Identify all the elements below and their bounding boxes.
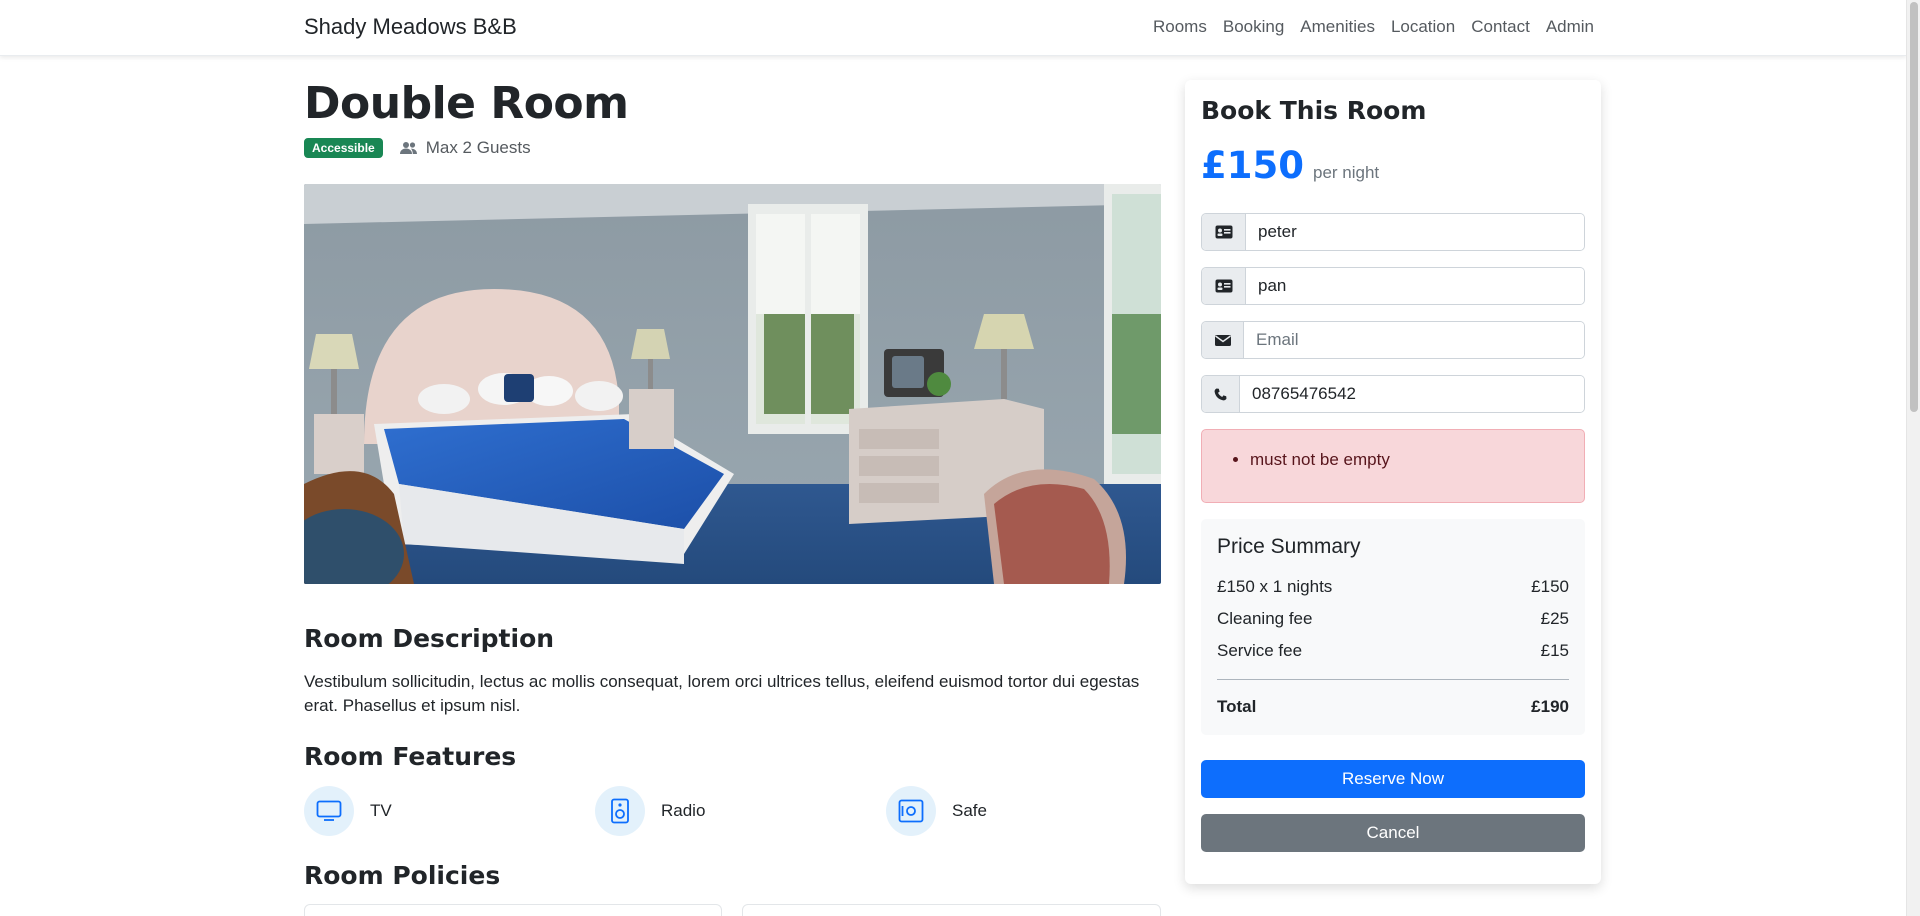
room-policies-heading: Room Policies: [304, 861, 501, 890]
nav-link-location[interactable]: Location: [1391, 17, 1455, 37]
firstname-input[interactable]: [1246, 214, 1584, 250]
feature-label: TV: [370, 801, 392, 820]
page-scrollbar[interactable]: [1906, 0, 1920, 916]
summary-line-cleaning: Cleaning fee £25: [1217, 609, 1569, 629]
policy-card: [304, 904, 722, 916]
line-label: £150 x 1 nights: [1217, 577, 1333, 596]
reserve-now-button[interactable]: Reserve Now: [1201, 760, 1585, 798]
phone-icon: [1202, 376, 1240, 412]
lastname-input[interactable]: [1246, 268, 1584, 304]
max-guests: Max 2 Guests: [425, 138, 531, 157]
envelope-icon: [1202, 322, 1244, 358]
lastname-group: [1201, 267, 1585, 305]
price-summary-title: Price Summary: [1217, 535, 1361, 558]
radio-icon: [595, 786, 645, 836]
safe-icon: [886, 786, 936, 836]
summary-line-service: Service fee £15: [1217, 641, 1569, 661]
room-image: [304, 184, 1161, 584]
room-description-heading: Room Description: [304, 624, 555, 653]
email-input[interactable]: [1244, 322, 1584, 358]
line-amount: £25: [1540, 609, 1569, 628]
booking-card: Book This Room £150 per night must not b…: [1185, 80, 1601, 884]
brand-link[interactable]: Shady Meadows B&B: [304, 14, 517, 40]
summary-line-nights: £150 x 1 nights £150: [1217, 577, 1569, 597]
feature-safe: Safe: [886, 786, 987, 836]
cancel-button[interactable]: Cancel: [1201, 814, 1585, 852]
error-message: must not be empty: [1250, 450, 1390, 470]
feature-label: Safe: [952, 801, 987, 820]
firstname-group: [1201, 213, 1585, 251]
policy-card: [742, 904, 1161, 916]
nightly-price: £150: [1201, 144, 1304, 187]
per-night-label: per night: [1312, 163, 1380, 182]
nav-link-rooms[interactable]: Rooms: [1153, 17, 1207, 37]
price-summary: Price Summary £150 x 1 nights £150 Clean…: [1201, 519, 1585, 735]
nav-link-amenities[interactable]: Amenities: [1300, 17, 1375, 37]
feature-radio: Radio: [595, 786, 705, 836]
policy-cards: [304, 904, 1161, 916]
users-icon: [399, 141, 418, 155]
email-group: [1201, 321, 1585, 359]
summary-divider: [1217, 679, 1569, 680]
phone-input[interactable]: [1240, 376, 1584, 412]
price-row: £150 per night: [1201, 144, 1379, 187]
id-card-icon: [1202, 214, 1246, 250]
id-card-icon: [1202, 268, 1246, 304]
tv-icon: [304, 786, 354, 836]
total-amount: £190: [1531, 697, 1569, 716]
room-title: Double Room: [304, 78, 629, 129]
room-features-heading: Room Features: [304, 742, 517, 771]
top-navbar: Shady Meadows B&B Rooms Booking Amenitie…: [0, 0, 1906, 56]
nav-link-admin[interactable]: Admin: [1546, 17, 1594, 37]
feature-label: Radio: [661, 801, 706, 820]
accessible-badge: Accessible: [304, 138, 383, 158]
line-amount: £15: [1540, 641, 1569, 660]
nav-link-booking[interactable]: Booking: [1223, 17, 1284, 37]
nav-links: Rooms Booking Amenities Location Contact…: [1137, 17, 1594, 37]
room-meta: Accessible Max 2 Guests: [304, 138, 531, 158]
validation-error-alert: must not be empty: [1201, 429, 1585, 503]
feature-tv: TV: [304, 786, 392, 836]
line-amount: £150: [1531, 577, 1569, 596]
room-description: Vestibulum sollicitudin, lectus ac molli…: [304, 672, 1140, 715]
phone-group: [1201, 375, 1585, 413]
line-label: Cleaning fee: [1217, 609, 1313, 628]
line-label: Service fee: [1217, 641, 1303, 660]
nav-link-contact[interactable]: Contact: [1471, 17, 1530, 37]
error-list: must not be empty: [1250, 450, 1390, 470]
summary-total: Total £190: [1217, 697, 1569, 717]
booking-card-title: Book This Room: [1201, 96, 1427, 125]
scrollbar-thumb[interactable]: [1910, 2, 1918, 412]
total-label: Total: [1217, 697, 1257, 716]
